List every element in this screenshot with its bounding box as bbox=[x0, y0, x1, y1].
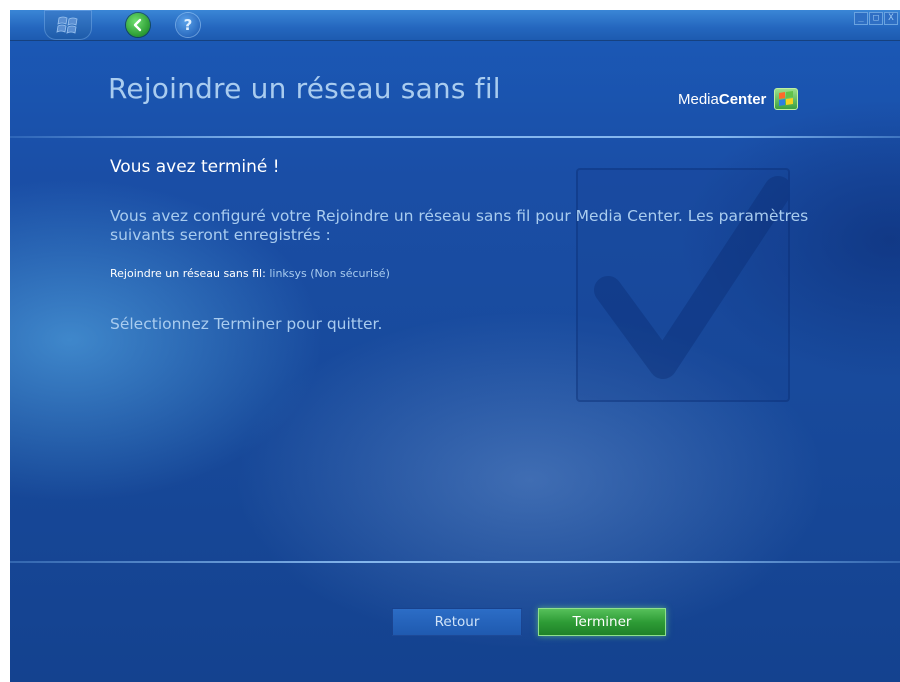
close-button[interactable]: X bbox=[884, 12, 898, 25]
window-controls: _ □ X bbox=[854, 12, 898, 25]
minimize-button[interactable]: _ bbox=[854, 12, 868, 25]
back-arrow-button[interactable] bbox=[126, 13, 150, 37]
back-button[interactable]: Retour bbox=[392, 608, 522, 636]
maximize-button[interactable]: □ bbox=[869, 12, 883, 25]
windows-logo-icon bbox=[774, 88, 799, 110]
setting-label: Rejoindre un réseau sans fil: bbox=[110, 267, 266, 280]
completion-heading: Vous avez terminé ! bbox=[110, 157, 280, 177]
page-title: Rejoindre un réseau sans fil bbox=[108, 72, 501, 105]
windows-flag-icon bbox=[56, 16, 78, 34]
header-divider bbox=[10, 136, 900, 138]
media-center-window: ? _ □ X Rejoindre un réseau sans fil Med… bbox=[10, 10, 900, 682]
footer-divider bbox=[10, 561, 900, 563]
media-center-logo: Media Center bbox=[678, 88, 799, 110]
completion-description: Vous avez configuré votre Rejoindre un r… bbox=[110, 207, 809, 244]
logo-text-media: Media bbox=[678, 90, 719, 108]
top-bar: ? _ □ X bbox=[10, 10, 900, 41]
checkmark-icon bbox=[576, 168, 790, 402]
setting-value: linksys (Non sécurisé) bbox=[269, 267, 390, 280]
logo-text-center: Center bbox=[718, 90, 767, 108]
saved-setting: Rejoindre un réseau sans fil: linksys (N… bbox=[110, 267, 390, 280]
finish-button[interactable]: Terminer bbox=[538, 608, 666, 636]
start-button[interactable] bbox=[44, 10, 92, 40]
back-arrow-icon bbox=[133, 18, 142, 32]
instruction-text: Sélectionnez Terminer pour quitter. bbox=[110, 315, 383, 333]
help-icon[interactable]: ? bbox=[176, 13, 200, 37]
